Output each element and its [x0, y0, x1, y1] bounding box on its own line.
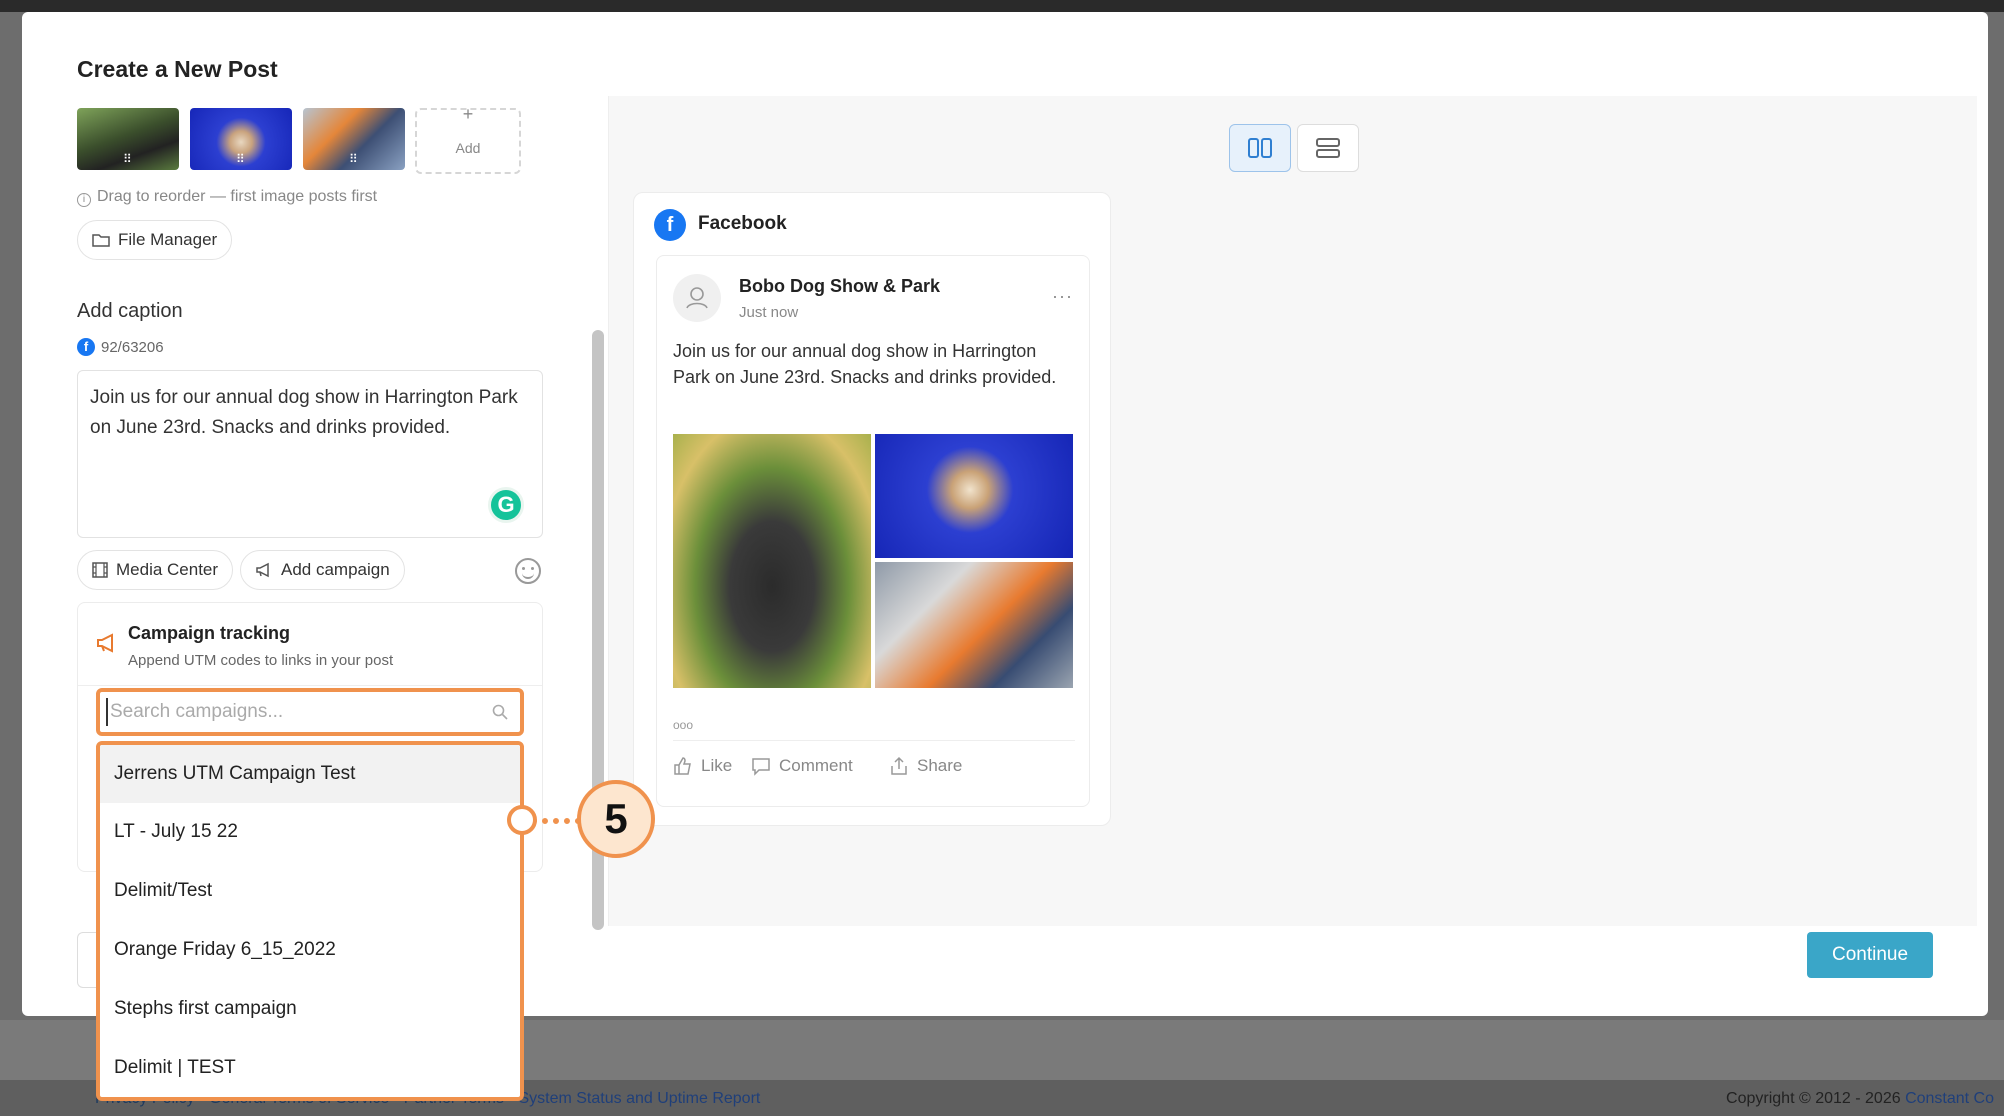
- facebook-icon: f: [77, 338, 95, 356]
- campaign-option[interactable]: Delimit | TEST: [100, 1039, 520, 1097]
- post-text: Join us for our annual dog show in Harri…: [673, 341, 1057, 387]
- step-badge: 5: [577, 780, 655, 858]
- facebook-icon: f: [654, 209, 686, 241]
- campaign-tracking-title: Campaign tracking: [128, 623, 291, 643]
- media-center-button[interactable]: Media Center: [77, 550, 234, 590]
- reactions-indicator: ooo: [673, 718, 694, 732]
- post-preview: Bobo Dog Show & Park Just now ··· Join u…: [656, 255, 1090, 807]
- post-image: [875, 434, 1073, 558]
- share-action: Share: [889, 756, 962, 776]
- drag-handle-icon[interactable]: ⠿: [236, 152, 245, 166]
- footer-status-link[interactable]: System Status and Uptime Report: [518, 1090, 760, 1107]
- brand-link[interactable]: Constant Co: [1905, 1090, 1994, 1107]
- campaign-option[interactable]: Jerrens UTM Campaign Test: [100, 745, 520, 803]
- drag-handle-icon[interactable]: ⠿: [349, 152, 358, 166]
- comment-action: Comment: [751, 756, 853, 776]
- drag-hint-text: Drag to reorder — first image posts firs…: [97, 188, 378, 205]
- rows-icon: [1316, 138, 1340, 158]
- post-image: [875, 562, 1073, 688]
- copyright-text: Copyright © 2012 - 2026: [1726, 1090, 1901, 1107]
- info-icon: i: [77, 193, 91, 207]
- thumbs-up-icon: [674, 757, 691, 775]
- grammarly-icon[interactable]: G: [488, 487, 524, 523]
- image-thumbnail[interactable]: ⠿: [303, 108, 405, 170]
- network-label: Facebook: [698, 213, 787, 234]
- image-thumbnail[interactable]: ⠿: [190, 108, 292, 170]
- file-manager-label: File Manager: [118, 230, 218, 249]
- caption-label: Add caption: [77, 300, 183, 322]
- add-image-label: Add: [455, 140, 481, 156]
- share-icon: [891, 756, 907, 775]
- film-icon: [92, 562, 108, 578]
- post-author: Bobo Dog Show & Park: [739, 276, 941, 296]
- campaign-search-input[interactable]: [106, 698, 490, 726]
- search-icon: [492, 704, 508, 720]
- caption-textarea[interactable]: Join us for our annual dog show in Harri…: [77, 370, 543, 538]
- campaign-search-box[interactable]: [96, 688, 524, 736]
- folder-icon: [92, 234, 110, 247]
- modal-title: Create a New Post: [77, 56, 278, 82]
- post-divider: [673, 740, 1075, 741]
- share-label: Share: [917, 756, 963, 775]
- more-options-icon[interactable]: ···: [1052, 286, 1073, 307]
- like-action: Like: [673, 756, 732, 776]
- backdrop-topbar: [0, 0, 2004, 12]
- campaign-option[interactable]: Delimit/Test: [100, 862, 520, 920]
- plus-icon: +: [462, 104, 474, 124]
- continue-button[interactable]: Continue: [1807, 932, 1933, 978]
- drag-handle-icon[interactable]: ⠿: [123, 152, 132, 166]
- add-campaign-button[interactable]: Add campaign: [240, 550, 405, 590]
- media-center-label: Media Center: [116, 560, 219, 579]
- side-by-side-view-button[interactable]: [1229, 124, 1291, 172]
- add-campaign-label: Add campaign: [281, 560, 390, 579]
- columns-icon: [1248, 138, 1272, 158]
- like-label: Like: [701, 756, 733, 775]
- stacked-view-button[interactable]: [1297, 124, 1359, 172]
- facebook-preview-card: f Facebook Bobo Dog Show & Park Just now…: [633, 192, 1111, 826]
- post-image: [673, 434, 871, 688]
- campaign-dropdown-list: Jerrens UTM Campaign Test LT - July 15 2…: [96, 741, 524, 1101]
- callout-connector: [531, 818, 581, 824]
- caption-text[interactable]: Join us for our annual dog show in Harri…: [90, 387, 518, 438]
- callout-anchor: [507, 805, 537, 835]
- post-timestamp: Just now: [739, 304, 799, 321]
- footer-copyright: Copyright © 2012 - 2026 Constant Co: [1726, 1090, 1994, 1108]
- user-icon: [686, 287, 708, 309]
- campaign-option[interactable]: Orange Friday 6_15_2022: [100, 921, 520, 979]
- character-count-text: 92/63206: [101, 338, 164, 356]
- card-divider: [78, 685, 542, 686]
- comment-label: Comment: [779, 756, 853, 775]
- megaphone-icon: [97, 633, 113, 653]
- preview-panel: f Facebook Bobo Dog Show & Park Just now…: [609, 96, 1977, 926]
- comment-icon: [752, 758, 770, 776]
- emoji-icon[interactable]: [515, 558, 541, 584]
- image-thumbnail[interactable]: ⠿: [77, 108, 179, 170]
- drag-hint: i Drag to reorder — first image posts fir…: [77, 188, 377, 207]
- avatar: [673, 274, 721, 322]
- campaign-option[interactable]: LT - July 15 22: [100, 803, 520, 861]
- campaign-option[interactable]: Stephs first campaign: [100, 980, 520, 1038]
- character-count: f 92/63206: [77, 338, 164, 356]
- megaphone-icon: [256, 562, 269, 578]
- add-image-tile[interactable]: + Add: [415, 104, 521, 174]
- campaign-tracking-subtitle: Append UTM codes to links in your post: [128, 652, 394, 669]
- file-manager-button[interactable]: File Manager: [77, 220, 233, 260]
